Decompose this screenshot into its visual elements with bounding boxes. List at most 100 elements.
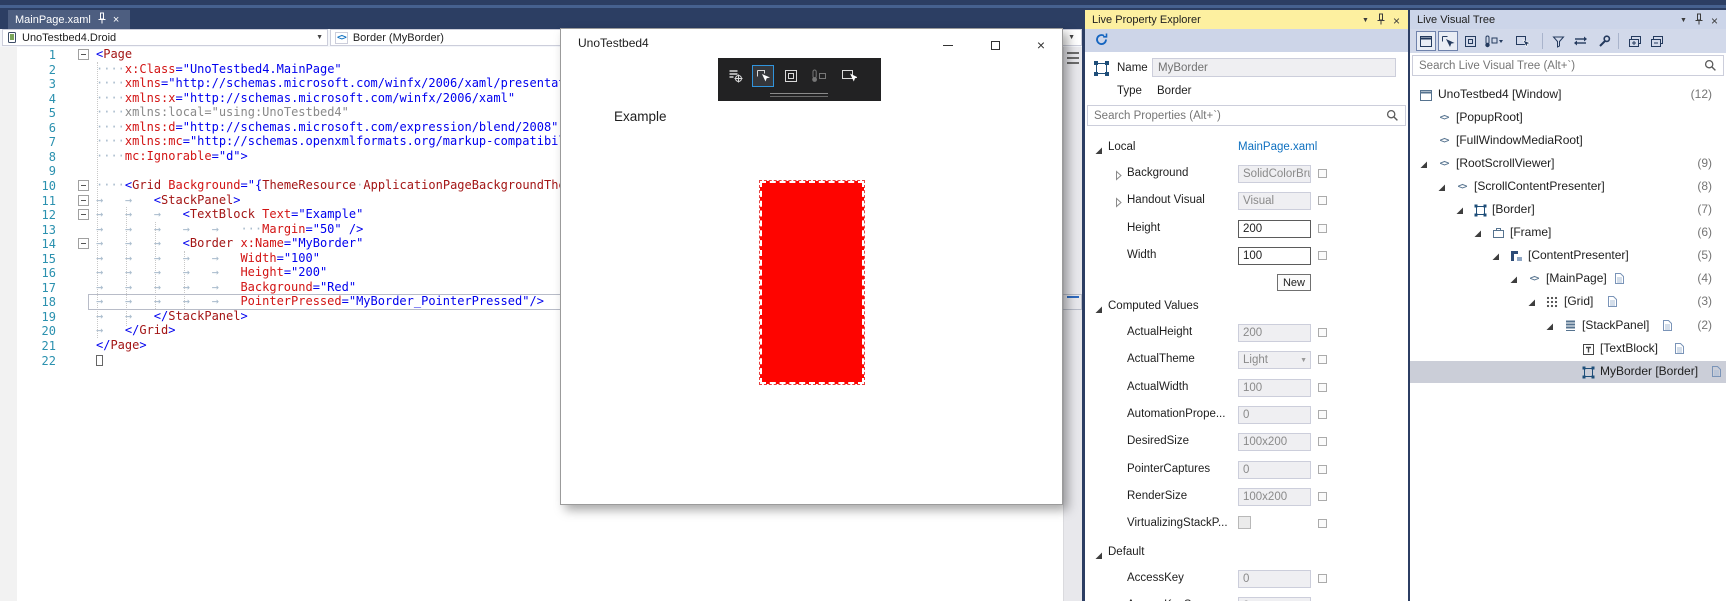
lvt-title-bar[interactable]: Live Visual Tree ▼ × (1410, 10, 1726, 29)
code-line[interactable]: ····xmlns:x="http://schemas.microsoft.co… (96, 91, 515, 105)
lvt-search-input[interactable]: Search Live Visual Tree (Alt+`) (1412, 55, 1724, 76)
lpe-reset-square[interactable] (1318, 250, 1327, 260)
lpe-reset-square[interactable] (1318, 519, 1327, 529)
tree-row-textblock[interactable]: [TextBlock] (1410, 338, 1726, 360)
lpe-property-value[interactable]: 200 (1238, 219, 1311, 238)
code-line[interactable]: ····xmlns:mc="http://schemas.openxmlform… (96, 134, 631, 148)
code-line[interactable]: <Page (96, 47, 132, 61)
code-line[interactable]: → → </StackPanel> (96, 309, 248, 323)
display-layout-adorners-icon[interactable] (780, 65, 802, 87)
tree-row-fullwindowmediaroot[interactable]: <> [FullWindowMediaRoot] (1410, 130, 1726, 152)
code-line[interactable]: → → → → → Width="100" (96, 251, 320, 265)
maximize-button[interactable] (980, 35, 1010, 55)
toolbar-grip[interactable] (770, 93, 828, 94)
lpe-section-default[interactable]: Default (1108, 546, 1144, 558)
tree-row-myborder-border[interactable]: MyBorder [Border] (1410, 361, 1726, 383)
lpe-reset-square[interactable] (1318, 355, 1327, 365)
expander-icon[interactable] (1508, 274, 1519, 285)
window-position-icon[interactable]: ▼ (1680, 17, 1687, 24)
expander-icon[interactable] (1113, 195, 1124, 208)
preview-selection-icon[interactable] (838, 65, 860, 87)
fold-collapse-box[interactable] (78, 180, 89, 191)
code-line[interactable]: → → <StackPanel> (96, 193, 241, 207)
editor-glyph-margin[interactable] (0, 47, 17, 601)
tree-row-rootscrollviewer[interactable]: <> [RootScrollViewer] (9) (1410, 153, 1726, 175)
tree-row-contentpresenter[interactable]: [ContentPresenter] (5) (1410, 245, 1726, 267)
lpe-reset-square[interactable] (1318, 196, 1327, 206)
tree-row-frame[interactable]: [Frame] (6) (1410, 222, 1726, 244)
tree-row-scrollcontentpresenter[interactable]: <> [ScrollContentPresenter] (8) (1410, 176, 1726, 198)
lpe-reset-square[interactable] (1318, 382, 1327, 392)
sync-selection-icon[interactable] (1570, 31, 1590, 51)
lpe-new-button[interactable]: New (1277, 274, 1311, 291)
code-line[interactable]: → </Grid> (96, 323, 175, 337)
expander-icon[interactable] (1093, 302, 1104, 313)
refresh-icon[interactable] (1094, 32, 1109, 52)
tree-row-border[interactable]: [Border] (7) (1410, 199, 1726, 221)
lpe-reset-square[interactable] (1318, 409, 1327, 419)
document-icon[interactable] (1711, 365, 1726, 381)
fold-collapse-box[interactable] (78, 209, 89, 220)
expander-icon[interactable] (1454, 205, 1465, 216)
lpe-reset-square[interactable] (1318, 169, 1327, 178)
code-line[interactable]: → → → <Border x:Name="MyBorder" (96, 236, 363, 250)
lpe-reset-square[interactable] (1318, 223, 1327, 233)
expander-icon[interactable] (1436, 182, 1447, 193)
lpe-reset-square[interactable] (1318, 491, 1327, 501)
code-line[interactable]: ····<Grid Background="{ThemeResource·App… (96, 178, 638, 192)
code-line[interactable]: → → → → → ···Margin="50" /> (96, 222, 363, 236)
expander-icon[interactable] (1526, 297, 1537, 308)
app-border-myborder-selected[interactable] (759, 180, 865, 385)
editor-vertical-scrollbar[interactable] (1063, 47, 1082, 601)
track-focused-element-icon[interactable] (808, 65, 830, 87)
code-line[interactable]: </Page> (96, 338, 147, 352)
show-just-my-xaml-icon[interactable] (1548, 31, 1568, 51)
tree-row-unotestbed4-window[interactable]: UnoTestbed4 [Window] (12) (1410, 84, 1726, 106)
fold-collapse-box[interactable] (78, 195, 89, 206)
close-icon[interactable]: × (1393, 14, 1400, 28)
expander-icon[interactable] (1472, 228, 1483, 239)
document-icon[interactable] (1614, 272, 1630, 288)
code-line[interactable]: → → → → → Background="Red" (96, 280, 356, 294)
code-line[interactable]: ····xmlns:d="http://schemas.microsoft.co… (96, 120, 558, 134)
close-button[interactable]: × (1026, 35, 1056, 55)
code-line[interactable]: ····xmlns="http://schemas.microsoft.com/… (96, 76, 595, 90)
lpe-name-field[interactable]: MyBorder (1152, 58, 1396, 77)
close-icon[interactable]: × (1711, 14, 1718, 28)
document-icon[interactable] (1607, 295, 1623, 311)
code-line[interactable]: → → → <TextBlock Text="Example" (96, 207, 363, 221)
tree-row-popuproot[interactable]: <> [PopupRoot] (1410, 107, 1726, 129)
code-line[interactable]: ····x:Class="UnoTestbed4.MainPage" (96, 62, 342, 76)
lpe-search-input[interactable]: Search Properties (Alt+`) (1087, 105, 1406, 126)
minimize-button[interactable] (933, 35, 963, 55)
select-window-icon[interactable] (1416, 31, 1436, 51)
preview-selection-icon[interactable] (1512, 31, 1532, 51)
display-layout-adorners-icon[interactable] (1460, 31, 1480, 51)
expander-icon[interactable] (1093, 548, 1104, 559)
fold-collapse-box[interactable] (78, 49, 89, 60)
lpe-reset-square[interactable] (1318, 437, 1327, 447)
lpe-reset-square[interactable] (1318, 464, 1327, 474)
code-line[interactable]: ····mc:Ignorable="d"> (96, 149, 248, 163)
lpe-section-computed-values[interactable]: Computed Values (1108, 300, 1199, 312)
expander-icon[interactable] (1544, 321, 1555, 332)
lpe-reset-square[interactable] (1318, 574, 1327, 583)
document-icon[interactable] (1662, 319, 1678, 335)
enable-selection-icon[interactable] (752, 65, 774, 87)
lpe-title-bar[interactable]: Live Property Explorer ▼ × (1085, 10, 1408, 29)
lpe-source-link[interactable]: MainPage.xaml (1238, 141, 1317, 153)
tab-mainpage-xaml[interactable]: MainPage.xaml × (8, 10, 130, 29)
track-focused-element-icon[interactable] (1480, 31, 1506, 51)
lpe-property-value[interactable]: 100 (1238, 246, 1311, 265)
pin-icon[interactable] (97, 12, 107, 27)
code-line[interactable]: → → → → → PointerPressed="MyBorder_PointerPre… (96, 294, 544, 308)
go-to-live-visual-tree-icon[interactable] (724, 65, 746, 87)
pin-icon[interactable] (1694, 13, 1704, 28)
expand-all-icon[interactable] (1625, 31, 1645, 51)
tree-row-mainpage[interactable]: <> [MainPage] (4) (1410, 268, 1726, 290)
tree-row-grid[interactable]: [Grid] (3) (1410, 291, 1726, 313)
expander-icon[interactable] (1113, 168, 1124, 181)
pin-icon[interactable] (1376, 13, 1386, 28)
close-icon[interactable]: × (113, 14, 119, 26)
project-dropdown[interactable]: UnoTestbed4.Droid ▼ (2, 29, 328, 46)
